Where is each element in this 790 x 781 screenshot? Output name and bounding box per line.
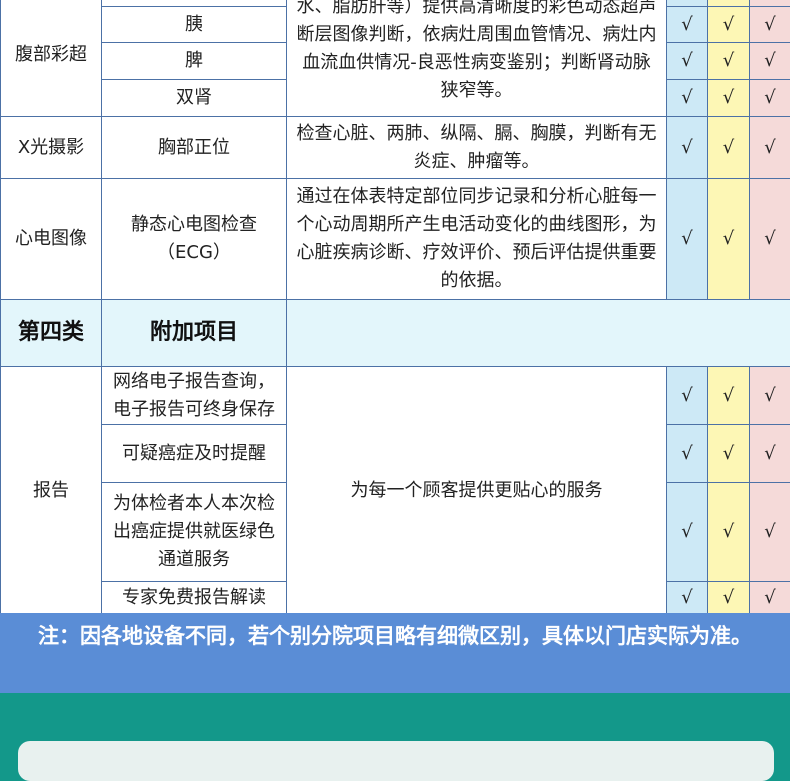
check-mark: √ <box>750 367 790 425</box>
check-mark: √ <box>708 179 750 300</box>
next-section-card <box>18 741 774 781</box>
check-mark: √ <box>667 425 708 483</box>
table-row: 报告 网络电子报告查询，电子报告可终身保存 为每一个顾客提供更贴心的服务 √ √… <box>1 367 790 425</box>
description-cell: 水、脂肪肝等）提供高清晰度的彩色动态超声断层图像判断，依病灶周围血管情况、病灶内… <box>287 0 667 117</box>
item-cell: 胰 <box>102 7 287 43</box>
check-mark: √ <box>750 179 790 300</box>
item-cell: 可疑癌症及时提醒 <box>102 425 287 483</box>
category-cell: 腹部彩超 <box>1 0 102 117</box>
description-cell: 检查心脏、两肺、纵隔、膈、胸膜，判断有无炎症、肿瘤等。 <box>287 117 667 179</box>
check-mark: √ <box>750 80 790 117</box>
item-cell: 脾 <box>102 43 287 80</box>
check-mark: √ <box>667 7 708 43</box>
check-mark: √ <box>708 425 750 483</box>
check-mark: √ <box>667 582 708 615</box>
item-cell: 网络电子报告查询，电子报告可终身保存 <box>102 367 287 425</box>
package-table: 腹部彩超 水、脂肪肝等）提供高清晰度的彩色动态超声断层图像判断，依病灶周围血管情… <box>0 0 790 615</box>
category-cell: 心电图像 <box>1 179 102 300</box>
check-mark: √ <box>667 367 708 425</box>
category-cell: 报告 <box>1 367 102 615</box>
check-mark: √ <box>667 179 708 300</box>
item-cell: 为体检者本人本次检出癌症提供就医绿色通道服务 <box>102 483 287 582</box>
item-cell: 专家免费报告解读 <box>102 582 287 615</box>
check-mark: √ <box>750 582 790 615</box>
check-mark: √ <box>667 43 708 80</box>
check-mark: √ <box>667 117 708 179</box>
check-mark: √ <box>708 117 750 179</box>
check-mark: √ <box>708 582 750 615</box>
item-cell: 静态心电图检查（ECG） <box>102 179 287 300</box>
section-blank-cell <box>287 300 790 367</box>
footnote-banner: 注：因各地设备不同，若个别分院项目略有细微区别，具体以门店实际为准。 <box>0 613 790 693</box>
table-row: X光摄影 胸部正位 检查心脏、两肺、纵隔、膈、胸膜，判断有无炎症、肿瘤等。 √ … <box>1 117 790 179</box>
check-mark: √ <box>750 43 790 80</box>
check-mark: √ <box>708 43 750 80</box>
check-mark: √ <box>750 483 790 582</box>
check-mark: √ <box>750 7 790 43</box>
check-mark: √ <box>750 117 790 179</box>
description-cell: 通过在体表特定部位同步记录和分析心脏每一个心动周期所产生电活动变化的曲线图形，为… <box>287 179 667 300</box>
description-cell: 为每一个顾客提供更贴心的服务 <box>287 367 667 615</box>
check-mark: √ <box>708 483 750 582</box>
check-mark: √ <box>667 483 708 582</box>
check-mark: √ <box>708 7 750 43</box>
category-cell: X光摄影 <box>1 117 102 179</box>
item-cell: 双肾 <box>102 80 287 117</box>
section-number: 第四类 <box>1 300 102 367</box>
check-mark: √ <box>667 80 708 117</box>
table-row: 心电图像 静态心电图检查（ECG） 通过在体表特定部位同步记录和分析心脏每一个心… <box>1 179 790 300</box>
check-mark: √ <box>708 367 750 425</box>
section-header-row: 第四类 附加项目 <box>1 300 790 367</box>
check-mark: √ <box>708 80 750 117</box>
section-title: 附加项目 <box>102 300 287 367</box>
check-mark: √ <box>750 425 790 483</box>
item-cell: 胸部正位 <box>102 117 287 179</box>
